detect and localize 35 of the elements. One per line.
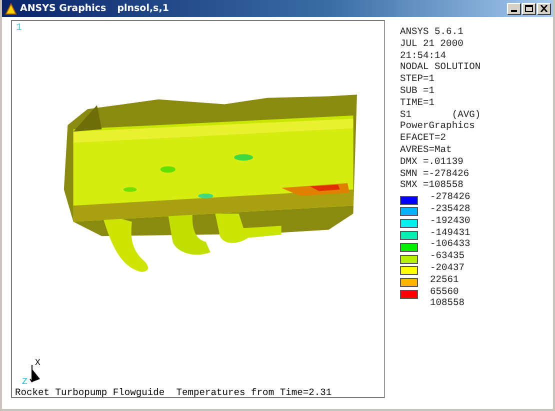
info-line: SMX =108558 bbox=[400, 179, 464, 192]
info-line: 21:54:14 bbox=[400, 50, 448, 62]
info-line: SUB =1 bbox=[400, 84, 436, 97]
close-icon bbox=[540, 5, 548, 12]
info-line: EFACET=2 bbox=[400, 132, 448, 144]
legend-value: -20437 bbox=[430, 262, 465, 274]
legend-value: -278426 bbox=[430, 191, 470, 203]
legend-value: -235428 bbox=[430, 202, 470, 215]
legend-value: -63435 bbox=[430, 250, 465, 262]
info-line: ANSYS 5.6.1 bbox=[400, 26, 464, 38]
info-line: SMN =-278426 bbox=[400, 168, 470, 180]
legend-value: 65560 bbox=[430, 286, 459, 298]
info-line: JUL 21 2000 bbox=[400, 38, 464, 50]
maximize-button[interactable] bbox=[522, 2, 536, 14]
window-number: 1 bbox=[16, 23, 22, 34]
triangle-icon bbox=[5, 2, 17, 14]
info-line: TIME=1 bbox=[400, 96, 436, 109]
maximize-icon bbox=[525, 5, 533, 12]
legend-value: -149431 bbox=[430, 226, 470, 238]
info-line: NODAL SOLUTION bbox=[400, 61, 481, 74]
info-line: STEP=1 bbox=[400, 73, 436, 85]
info-line: PowerGraphics bbox=[400, 120, 476, 132]
window-title: ANSYS Graphics bbox=[20, 3, 106, 14]
plot-caption: Rocket Turbopump Flowguide Temperatures from Time=2.31 bbox=[15, 387, 332, 398]
legend-value: -192430 bbox=[430, 214, 470, 227]
info-line: DMX =.01139 bbox=[400, 156, 464, 168]
legend-value: -106433 bbox=[430, 238, 470, 250]
window-command: plnsol,s,1 bbox=[117, 3, 169, 14]
close-button[interactable] bbox=[537, 2, 551, 14]
axis-triad-drawing: X Z bbox=[20, 357, 50, 387]
info-line: AVRES=Mat bbox=[400, 144, 453, 156]
minimize-button[interactable] bbox=[507, 2, 521, 14]
info-line: S1 (AVG) bbox=[400, 108, 481, 120]
legend-value: 22561 bbox=[430, 274, 459, 286]
legend-value: 108558 bbox=[430, 297, 465, 310]
